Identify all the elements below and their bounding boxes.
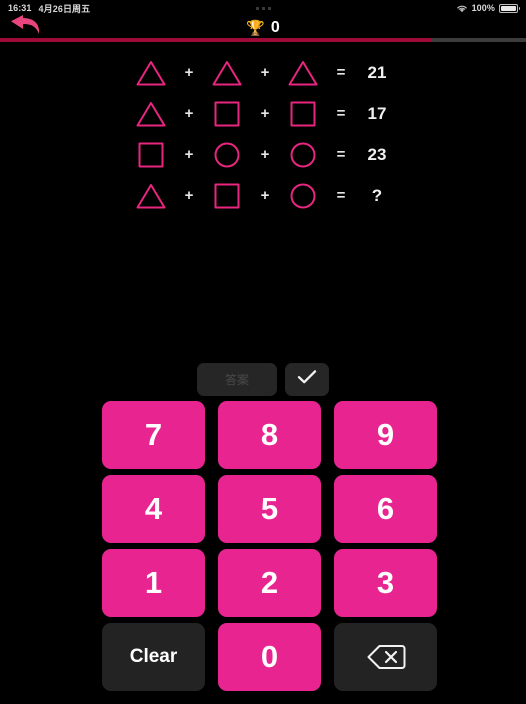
app-root: 16:31 4月26日周五 100% 🏆 0 + + = 21 + + = 17…: [0, 0, 526, 704]
score-display: 🏆 0: [0, 16, 526, 40]
backspace-icon: [366, 643, 406, 671]
operator-equals: =: [336, 105, 346, 122]
key-8[interactable]: 8: [218, 401, 321, 469]
operator-plus: +: [184, 105, 194, 122]
key-backspace[interactable]: [334, 623, 437, 691]
equation-result: 21: [367, 62, 387, 82]
operator-plus: +: [184, 64, 194, 81]
score-value: 0: [270, 19, 280, 36]
operator-plus: +: [184, 146, 194, 163]
numeric-keypad: 7 8 9 4 5 6 1 2 3 Clear 0: [102, 401, 437, 691]
equation-row: + + = 17: [0, 93, 526, 134]
battery-icon: [499, 3, 520, 13]
shape-triangle-icon: [128, 100, 174, 128]
equation-result: ?: [371, 185, 383, 205]
shape-circle-icon: [204, 141, 250, 169]
key-4[interactable]: 4: [102, 475, 205, 543]
battery-percent-label: 100%: [471, 3, 495, 13]
multitasking-dots-icon[interactable]: [0, 6, 526, 10]
key-5[interactable]: 5: [218, 475, 321, 543]
shape-square-icon: [204, 100, 250, 128]
equation-result: 23: [367, 144, 387, 164]
key-6[interactable]: 6: [334, 475, 437, 543]
shape-square-icon: [280, 100, 326, 128]
wifi-icon: [456, 4, 468, 13]
equation-row: + + = 23: [0, 134, 526, 175]
show-answer-label: 答案: [224, 373, 249, 387]
operator-equals: =: [336, 187, 346, 204]
app-header: 🏆 0: [0, 14, 526, 40]
checkmark-icon: [297, 369, 317, 390]
shape-triangle-icon: [280, 59, 326, 87]
key-9[interactable]: 9: [334, 401, 437, 469]
key-0[interactable]: 0: [218, 623, 321, 691]
status-bar-right: 100%: [456, 3, 520, 13]
operator-equals: =: [336, 64, 346, 81]
shape-triangle-icon: [204, 59, 250, 87]
shape-circle-icon: [280, 182, 326, 210]
status-bar: 16:31 4月26日周五 100%: [0, 0, 526, 16]
shape-circle-icon: [280, 141, 326, 169]
puzzle-equations: + + = 21 + + = 17 + + = 23 + + =?: [0, 52, 526, 216]
key-clear[interactable]: Clear: [102, 623, 205, 691]
show-answer-button[interactable]: 答案: [197, 363, 277, 396]
operator-plus: +: [260, 64, 270, 81]
key-2[interactable]: 2: [218, 549, 321, 617]
operator-equals: =: [336, 146, 346, 163]
operator-plus: +: [184, 187, 194, 204]
operator-plus: +: [260, 146, 270, 163]
submit-button[interactable]: [285, 363, 329, 396]
operator-plus: +: [260, 105, 270, 122]
equation-row: + + = 21: [0, 52, 526, 93]
level-progress-fill: [0, 38, 432, 42]
equation-row: + + =?: [0, 175, 526, 216]
shape-triangle-icon: [128, 59, 174, 87]
shape-square-icon: [204, 182, 250, 210]
key-3[interactable]: 3: [334, 549, 437, 617]
key-1[interactable]: 1: [102, 549, 205, 617]
level-progress-bar: [0, 38, 526, 42]
trophy-icon: 🏆: [246, 19, 265, 37]
operator-plus: +: [260, 187, 270, 204]
shape-square-icon: [128, 141, 174, 169]
shape-triangle-icon: [128, 182, 174, 210]
equation-result: 17: [367, 103, 387, 123]
key-7[interactable]: 7: [102, 401, 205, 469]
action-row: 答案: [0, 363, 526, 396]
